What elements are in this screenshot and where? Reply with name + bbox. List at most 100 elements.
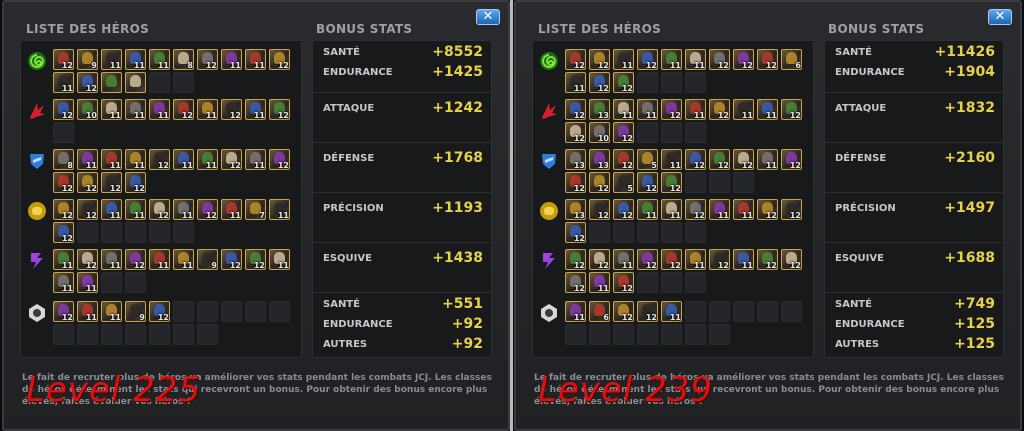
hero-portrait[interactable]: 12 bbox=[709, 49, 730, 70]
hero-portrait[interactable]: 12 bbox=[781, 249, 802, 270]
hero-portrait[interactable]: 12 bbox=[589, 172, 610, 193]
hero-portrait[interactable]: 11 bbox=[77, 149, 98, 170]
hero-portrait[interactable]: 12 bbox=[77, 199, 98, 220]
hero-portrait[interactable]: 12 bbox=[709, 249, 730, 270]
hero-portrait[interactable]: 12 bbox=[53, 99, 74, 120]
hero-portrait[interactable]: 11 bbox=[173, 149, 194, 170]
hero-portrait[interactable]: 12 bbox=[757, 49, 778, 70]
hero-portrait[interactable]: 11 bbox=[173, 249, 194, 270]
hero-portrait[interactable]: 12 bbox=[565, 249, 586, 270]
hero-portrait[interactable]: 11 bbox=[733, 199, 754, 220]
hero-portrait[interactable]: 12 bbox=[565, 99, 586, 120]
hero-portrait[interactable]: 12 bbox=[221, 99, 242, 120]
hero-portrait[interactable]: 13 bbox=[565, 199, 586, 220]
hero-portrait[interactable]: 5 bbox=[637, 149, 658, 170]
hero-portrait[interactable]: 12 bbox=[613, 199, 634, 220]
hero-portrait[interactable]: 11 bbox=[709, 199, 730, 220]
hero-portrait[interactable]: 12 bbox=[53, 301, 74, 322]
hero-portrait[interactable] bbox=[125, 72, 146, 93]
hero-portrait[interactable]: 12 bbox=[781, 149, 802, 170]
hero-portrait[interactable]: 11 bbox=[661, 49, 682, 70]
hero-portrait[interactable]: 11 bbox=[757, 149, 778, 170]
hero-portrait[interactable]: 11 bbox=[53, 72, 74, 93]
hero-portrait[interactable]: 9 bbox=[197, 249, 218, 270]
hero-portrait[interactable]: 11 bbox=[245, 149, 266, 170]
hero-portrait[interactable]: 12 bbox=[197, 49, 218, 70]
hero-portrait[interactable]: 11 bbox=[101, 99, 122, 120]
hero-portrait[interactable]: 11 bbox=[613, 99, 634, 120]
hero-portrait[interactable]: 8 bbox=[53, 149, 74, 170]
close-button[interactable]: ✕ bbox=[476, 9, 500, 25]
hero-portrait[interactable]: 6 bbox=[781, 49, 802, 70]
hero-portrait[interactable]: 11 bbox=[101, 249, 122, 270]
hero-portrait[interactable]: 12 bbox=[565, 272, 586, 293]
hero-portrait[interactable]: 11 bbox=[661, 199, 682, 220]
hero-portrait[interactable]: 12 bbox=[173, 99, 194, 120]
hero-portrait[interactable]: 12 bbox=[613, 72, 634, 93]
hero-portrait[interactable]: 12 bbox=[613, 122, 634, 143]
hero-portrait[interactable]: 12 bbox=[125, 172, 146, 193]
hero-portrait[interactable]: 11 bbox=[269, 249, 290, 270]
hero-portrait[interactable]: 11 bbox=[53, 272, 74, 293]
hero-portrait[interactable]: 12 bbox=[221, 249, 242, 270]
hero-portrait[interactable]: 11 bbox=[221, 49, 242, 70]
hero-portrait[interactable]: 9 bbox=[125, 301, 146, 322]
hero-portrait[interactable]: 12 bbox=[53, 172, 74, 193]
hero-portrait[interactable]: 13 bbox=[565, 149, 586, 170]
hero-portrait[interactable]: 11 bbox=[661, 149, 682, 170]
hero-portrait[interactable]: 12 bbox=[661, 249, 682, 270]
hero-portrait[interactable]: 12 bbox=[589, 49, 610, 70]
hero-portrait[interactable]: 11 bbox=[269, 199, 290, 220]
hero-portrait[interactable]: 12 bbox=[77, 249, 98, 270]
hero-portrait[interactable]: 11 bbox=[685, 249, 706, 270]
hero-portrait[interactable]: 12 bbox=[197, 199, 218, 220]
hero-portrait[interactable]: 12 bbox=[149, 301, 170, 322]
hero-portrait[interactable]: 8 bbox=[173, 49, 194, 70]
hero-portrait[interactable]: 12 bbox=[565, 49, 586, 70]
hero-portrait[interactable]: 12 bbox=[589, 249, 610, 270]
hero-portrait[interactable]: 5 bbox=[613, 172, 634, 193]
hero-portrait[interactable]: 12 bbox=[149, 199, 170, 220]
hero-portrait[interactable]: 11 bbox=[149, 249, 170, 270]
hero-portrait[interactable]: 12 bbox=[589, 199, 610, 220]
hero-portrait[interactable]: 11 bbox=[661, 301, 682, 322]
hero-portrait[interactable]: 11 bbox=[149, 49, 170, 70]
hero-portrait[interactable]: 12 bbox=[757, 199, 778, 220]
hero-portrait[interactable]: 12 bbox=[269, 149, 290, 170]
hero-portrait[interactable]: 12 bbox=[245, 249, 266, 270]
hero-portrait[interactable]: 12 bbox=[637, 172, 658, 193]
hero-portrait[interactable]: 11 bbox=[197, 99, 218, 120]
hero-portrait[interactable]: 12 bbox=[125, 249, 146, 270]
close-button[interactable]: ✕ bbox=[988, 9, 1012, 25]
hero-portrait[interactable]: 11 bbox=[77, 272, 98, 293]
hero-portrait[interactable]: 11 bbox=[101, 149, 122, 170]
hero-portrait[interactable]: 7 bbox=[245, 199, 266, 220]
hero-portrait[interactable]: 12 bbox=[613, 301, 634, 322]
hero-portrait[interactable]: 12 bbox=[77, 72, 98, 93]
hero-portrait[interactable]: 11 bbox=[685, 49, 706, 70]
hero-portrait[interactable]: 11 bbox=[101, 301, 122, 322]
hero-portrait[interactable]: 12 bbox=[781, 99, 802, 120]
hero-portrait[interactable]: 11 bbox=[733, 99, 754, 120]
hero-portrait[interactable]: 12 bbox=[637, 49, 658, 70]
hero-portrait[interactable]: 12 bbox=[709, 99, 730, 120]
hero-portrait[interactable]: 11 bbox=[221, 199, 242, 220]
hero-portrait[interactable]: 12 bbox=[637, 249, 658, 270]
hero-portrait[interactable]: 12 bbox=[565, 122, 586, 143]
hero-portrait[interactable]: 11 bbox=[149, 99, 170, 120]
hero-portrait[interactable]: 12 bbox=[613, 272, 634, 293]
hero-portrait[interactable]: 12 bbox=[221, 149, 242, 170]
hero-portrait[interactable]: 12 bbox=[709, 149, 730, 170]
hero-portrait[interactable]: 12 bbox=[589, 72, 610, 93]
hero-portrait[interactable]: 11 bbox=[757, 99, 778, 120]
hero-portrait[interactable]: 11 bbox=[125, 149, 146, 170]
hero-portrait[interactable]: 12 bbox=[757, 249, 778, 270]
hero-portrait[interactable]: 12 bbox=[269, 49, 290, 70]
hero-portrait[interactable]: 11 bbox=[245, 99, 266, 120]
hero-portrait[interactable]: 12 bbox=[637, 301, 658, 322]
hero-portrait[interactable]: 12 bbox=[661, 172, 682, 193]
hero-portrait[interactable]: 13 bbox=[589, 99, 610, 120]
hero-portrait[interactable]: 12 bbox=[565, 172, 586, 193]
hero-portrait[interactable]: 11 bbox=[589, 272, 610, 293]
hero-portrait[interactable]: 11 bbox=[53, 249, 74, 270]
